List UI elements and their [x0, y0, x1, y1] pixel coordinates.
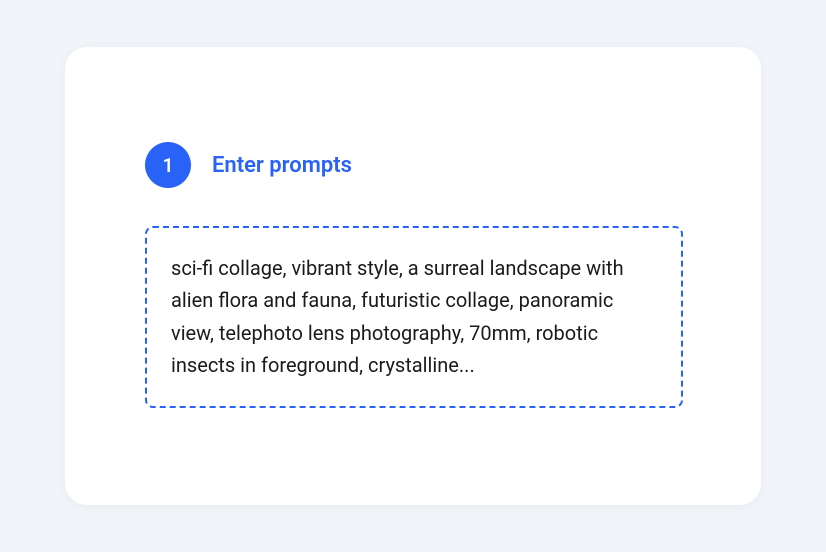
- prompt-text: sci-fi collage, vibrant style, a surreal…: [171, 252, 657, 382]
- step-number: 1: [163, 154, 174, 177]
- prompt-card: 1 Enter prompts sci-fi collage, vibrant …: [65, 47, 761, 505]
- step-title: Enter prompts: [212, 153, 352, 178]
- step-header: 1 Enter prompts: [145, 142, 681, 188]
- step-badge: 1: [145, 142, 191, 188]
- prompt-input-box[interactable]: sci-fi collage, vibrant style, a surreal…: [145, 226, 683, 408]
